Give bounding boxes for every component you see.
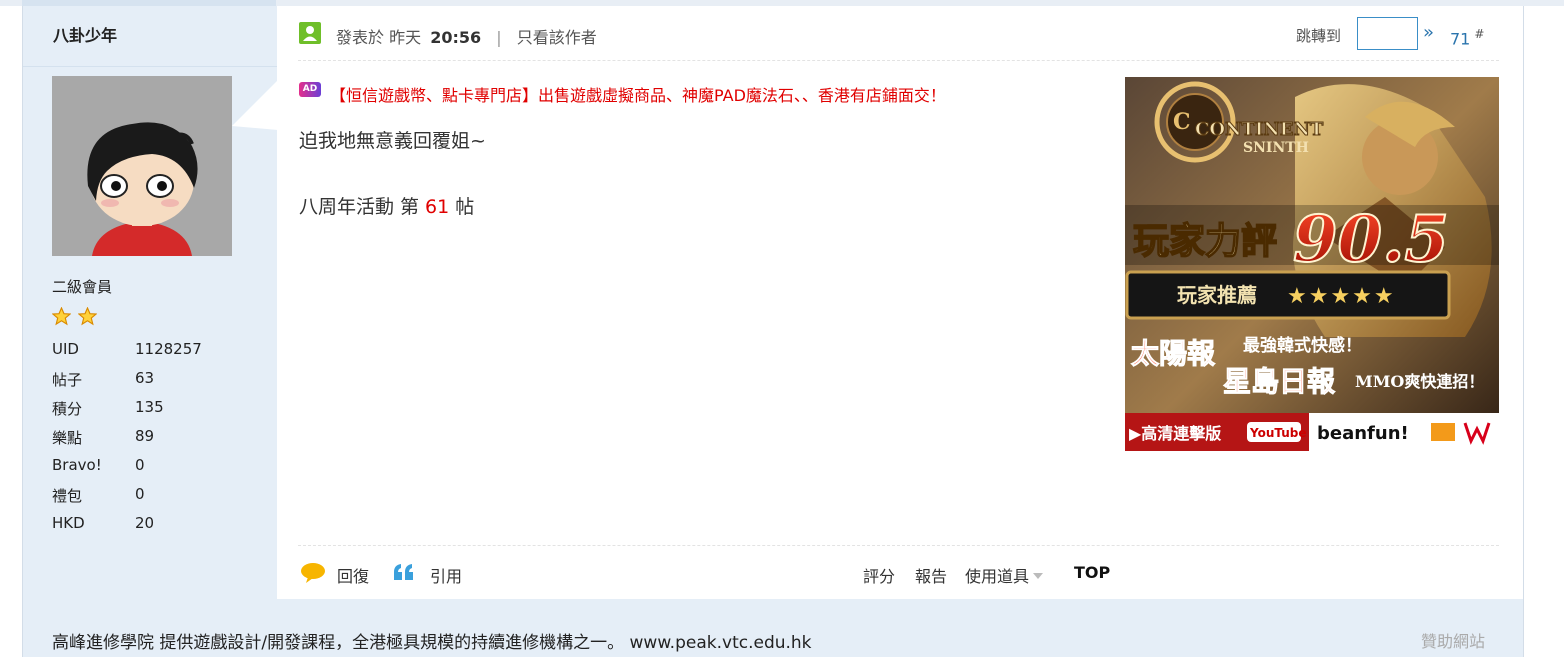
svg-text:太陽報: 太陽報 (1131, 337, 1216, 370)
svg-text:MMO爽快連招！: MMO爽快連招！ (1355, 372, 1484, 391)
reply-icon[interactable] (300, 562, 326, 588)
sponsor-link[interactable]: 高峰進修學院 提供遊戲設計/開發課程，全港極具規模的持續進修機構之一。 www.… (52, 628, 812, 653)
rate-button[interactable]: 評分 (863, 563, 895, 587)
avatar[interactable] (52, 76, 232, 256)
ad-link[interactable]: 【恒信遊戲幣、點卡專門店】出售遊戲虛擬商品、神魔PAD魔法石、、香港有店鋪面交！ (330, 82, 946, 106)
bubble-pointer (232, 80, 278, 130)
svg-text:beanfun!: beanfun! (1317, 423, 1409, 444)
svg-text:YouTube: YouTube (1249, 426, 1307, 440)
quote-button[interactable]: 引用 (430, 563, 462, 587)
svg-text:90.5: 90.5 (1293, 202, 1449, 277)
event-counter: 八周年活動 第 61 帖 (299, 196, 475, 218)
post-meta: 發表於 昨天 20:56 | 只看該作者 (336, 28, 597, 47)
svg-text:CONTINENT: CONTINENT (1195, 119, 1324, 140)
jump-floor-input[interactable] (1357, 17, 1418, 50)
username[interactable]: 八卦少年 (53, 22, 117, 46)
svg-text:星島日報: 星島日報 (1223, 365, 1336, 398)
user-stats: UID 1128257 帖子 63 積分 135 樂點 89 Bravo! 0 禮包 0 H… (52, 340, 252, 543)
svg-text:玩家推薦: 玩家推薦 (1177, 283, 1257, 307)
user-grade: 二級會員 (52, 278, 113, 296)
svg-text:★★★★★: ★★★★★ (1287, 284, 1396, 309)
floor-number[interactable]: 71 # (1450, 27, 1484, 48)
jump-label: 跳轉到 (1296, 27, 1342, 45)
jump-go-button[interactable]: » (1423, 22, 1434, 43)
star-icon (52, 307, 71, 326)
reply-button[interactable]: 回復 (337, 563, 369, 587)
divider (298, 60, 1499, 61)
divider (298, 545, 1499, 546)
game-banner-ad[interactable]: C CONTINENT SNINTH 玩家力評 90.5 玩家推薦 ★★★★★ … (1125, 77, 1499, 451)
chevron-down-icon (1033, 573, 1044, 579)
sponsor-label[interactable]: 贊助網站 (1421, 628, 1485, 652)
stat-bravo: Bravo! 0 (52, 456, 145, 474)
only-author-link[interactable]: 只看該作者 (517, 28, 597, 47)
svg-text:▶高清連擊版: ▶高清連擊版 (1129, 424, 1221, 443)
stat-hkd: HKD 20 (52, 514, 155, 532)
divider (23, 66, 277, 67)
star-icon (78, 307, 98, 326)
back-to-top-button[interactable]: TOP (1074, 563, 1110, 582)
stat-uid: UID 1128257 (52, 340, 202, 358)
banner-logo: C (1173, 109, 1191, 135)
svg-text:SNINTH: SNINTH (1243, 140, 1309, 156)
stat-gifts: 禮包 0 (52, 485, 145, 505)
post-message: 迫我地無意義回覆姐~ (299, 130, 486, 152)
svg-text:最強韓式快感！: 最強韓式快感！ (1243, 335, 1362, 356)
svg-text:玩家力評: 玩家力評 (1133, 220, 1277, 262)
use-item-menu[interactable]: 使用道具 (965, 563, 1044, 587)
stat-points: 積分 135 (52, 398, 164, 418)
stat-posts: 帖子 63 (52, 369, 155, 389)
ad-badge-icon: AD (299, 82, 321, 97)
stat-fun-points: 樂點 89 (52, 427, 155, 447)
report-button[interactable]: 報告 (915, 563, 947, 587)
online-status-icon (299, 22, 321, 44)
rank-stars (52, 307, 99, 327)
quote-icon[interactable] (392, 562, 416, 586)
